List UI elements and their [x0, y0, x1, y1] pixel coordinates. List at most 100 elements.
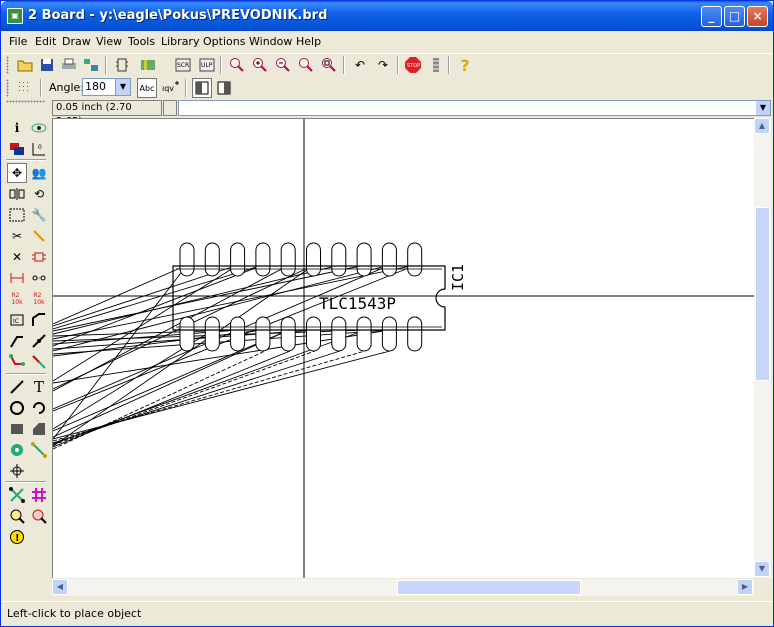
angle-select[interactable]: 180 ▼ — [82, 78, 131, 96]
pad-top — [306, 242, 321, 277]
close-button[interactable]: × — [747, 6, 768, 27]
layers-icon[interactable] — [7, 139, 27, 159]
scroll-right-icon[interactable]: ▶ — [737, 579, 753, 595]
text-tool-icon[interactable]: T — [29, 377, 49, 397]
menu-window[interactable]: Window — [249, 35, 292, 48]
eagle-icon[interactable]: ▣ — [7, 8, 23, 24]
optimize-tool-icon[interactable] — [29, 331, 49, 351]
minimize-button[interactable]: _ — [701, 6, 722, 27]
scroll-left-icon[interactable]: ◀ — [52, 579, 68, 595]
zoom-select-icon[interactable] — [319, 55, 339, 75]
title-bar[interactable]: ▣ 2 Board - y:\eagle\Pokus\PREVODNIK.brd… — [1, 1, 773, 31]
errors-tool-icon[interactable] — [29, 506, 49, 526]
rotate-tool-icon[interactable]: ⟲ — [29, 184, 49, 204]
pad-bottom — [179, 316, 195, 352]
pad-bottom — [331, 316, 347, 352]
horizontal-scrollbar[interactable]: ◀ ▶ — [52, 579, 754, 596]
chevron-down-icon[interactable]: ▼ — [115, 79, 130, 95]
menu-edit[interactable]: Edit — [35, 35, 56, 48]
style-top-icon[interactable] — [192, 78, 212, 98]
copy-tool-icon[interactable]: 👥 — [29, 163, 49, 183]
smash-tool-icon[interactable]: IC — [7, 310, 27, 330]
toolbar-grip[interactable] — [6, 56, 9, 74]
menu-file[interactable]: File — [9, 35, 27, 48]
group-tool-icon[interactable] — [7, 205, 27, 225]
change-tool-icon[interactable]: 🔧 — [29, 205, 49, 225]
warning-tool-icon[interactable]: ! — [7, 527, 27, 547]
pad-top — [280, 242, 296, 277]
add-tool-icon[interactable] — [29, 247, 49, 267]
coordinate-display: 0.05 inch (2.70 2.65) — [52, 100, 162, 127]
pad-bottom — [407, 316, 423, 352]
zoom-in-icon[interactable] — [250, 55, 270, 75]
chevron-down-icon[interactable]: ▼ — [756, 101, 770, 115]
open-folder-icon[interactable] — [15, 55, 35, 75]
hole-tool-icon[interactable] — [7, 461, 27, 481]
zoom-fit-icon[interactable] — [227, 55, 247, 75]
maximize-button[interactable]: □ — [724, 6, 745, 27]
zoom-out-icon[interactable] — [273, 55, 293, 75]
eye-display-icon[interactable] — [29, 118, 49, 138]
paste-tool-icon[interactable] — [29, 226, 49, 246]
stop-icon[interactable]: STOP — [403, 55, 423, 75]
script-icon[interactable]: SCR — [173, 55, 193, 75]
autorouter-tool-icon[interactable] — [29, 485, 49, 505]
signal-tool-icon[interactable] — [29, 440, 49, 460]
switch-schematic-icon[interactable] — [112, 55, 132, 75]
undo-icon[interactable]: ↶ — [350, 55, 370, 75]
replace-tool-icon[interactable] — [29, 268, 49, 288]
move-tool-icon[interactable]: ✥ — [7, 163, 27, 183]
rect-tool-icon[interactable] — [7, 419, 27, 439]
delete-tool-icon[interactable]: ✕ — [7, 247, 27, 267]
menu-view[interactable]: View — [96, 35, 122, 48]
circle-tool-icon[interactable] — [7, 398, 27, 418]
ripup-tool-icon[interactable] — [29, 352, 49, 372]
toolbar-grip[interactable] — [6, 100, 46, 103]
svg-text:IC: IC — [13, 318, 19, 325]
cam-processor-icon[interactable] — [81, 55, 101, 75]
toolbar-grip[interactable] — [6, 79, 9, 97]
mark-icon[interactable]: 0 — [29, 139, 49, 159]
redraw-icon[interactable] — [296, 55, 316, 75]
info-icon[interactable]: i — [7, 118, 27, 138]
help-icon[interactable]: ? — [455, 55, 475, 75]
command-input[interactable]: ▼ — [178, 100, 771, 116]
menu-options[interactable]: Options — [203, 35, 245, 48]
scroll-up-icon[interactable]: ▲ — [754, 118, 770, 134]
go-icon[interactable] — [426, 55, 446, 75]
ratsnest-tool-icon[interactable] — [7, 485, 27, 505]
menu-help[interactable]: Help — [296, 35, 321, 48]
arc-tool-icon[interactable] — [29, 398, 49, 418]
vertical-scroll-thumb[interactable] — [755, 207, 770, 381]
polygon-tool-icon[interactable] — [29, 419, 49, 439]
route-tool-icon[interactable] — [7, 352, 27, 372]
name-tool-icon[interactable]: R2 10k — [7, 289, 27, 309]
pad-top — [204, 242, 220, 277]
split-tool-icon[interactable] — [7, 331, 27, 351]
library-book-icon[interactable] — [138, 55, 158, 75]
mirror-tool-icon[interactable] — [7, 184, 27, 204]
mirror-text-button[interactable]: Abc — [137, 78, 157, 98]
wire-tool-icon[interactable] — [7, 377, 27, 397]
miter-tool-icon[interactable] — [29, 310, 49, 330]
scroll-down-icon[interactable]: ▼ — [754, 561, 770, 577]
spin-text-icon[interactable]: ıqv — [161, 78, 181, 98]
pad-top — [230, 242, 246, 277]
board-canvas[interactable]: TLC1543P IC1 — [52, 118, 754, 578]
redo-icon[interactable]: ↷ — [373, 55, 393, 75]
style-bottom-icon[interactable] — [214, 78, 234, 98]
pinswap-tool-icon[interactable] — [7, 268, 27, 288]
horizontal-scroll-thumb[interactable] — [397, 580, 581, 595]
value-tool-icon[interactable]: R2 10k — [29, 289, 49, 309]
menu-library[interactable]: Library — [161, 35, 199, 48]
menu-tools[interactable]: Tools — [128, 35, 155, 48]
grid-icon[interactable] — [15, 78, 35, 98]
print-icon[interactable] — [59, 55, 79, 75]
save-disk-icon[interactable] — [37, 55, 57, 75]
vertical-scrollbar[interactable]: ▲ ▼ — [754, 118, 771, 578]
cut-tool-icon[interactable]: ✂ — [7, 226, 27, 246]
ulp-icon[interactable]: ULP — [197, 55, 217, 75]
via-tool-icon[interactable] — [7, 440, 27, 460]
drc-tool-icon[interactable] — [7, 506, 27, 526]
menu-draw[interactable]: Draw — [62, 35, 91, 48]
